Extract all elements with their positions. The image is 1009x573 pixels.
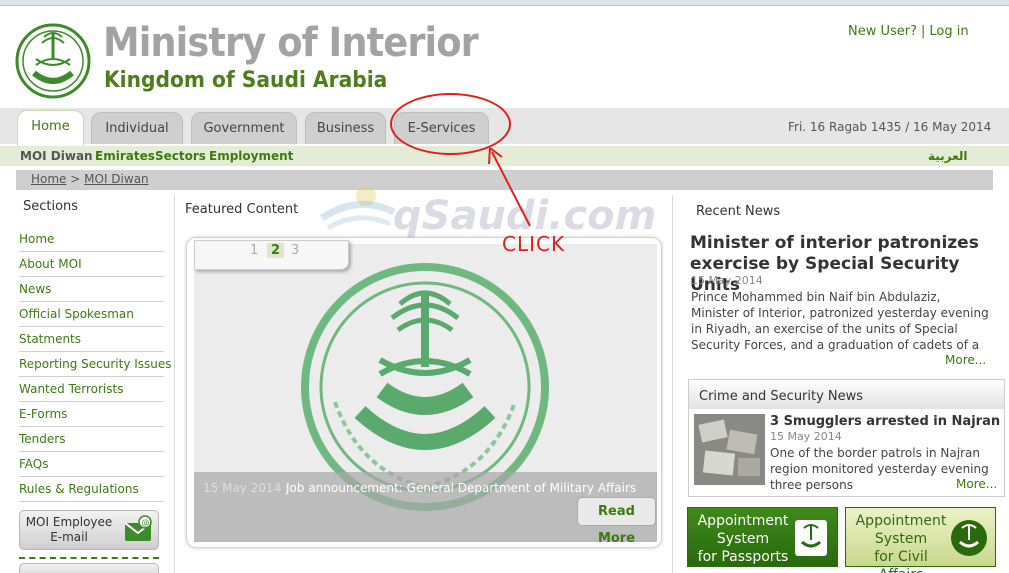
sidebar-item-e-forms[interactable]: E-Forms	[19, 402, 164, 427]
appointment-passports-line3: for Passports	[697, 549, 789, 565]
sections-heading: Sections	[23, 199, 79, 214]
tab-government[interactable]: Government	[191, 112, 297, 144]
sidebar-item-wanted-terrorists[interactable]: Wanted Terrorists	[19, 377, 164, 402]
crime-news-title[interactable]: 3 Smugglers arrested in Najran	[770, 414, 1000, 429]
email-icon: @	[124, 515, 152, 541]
civil-affairs-emblem-icon	[951, 520, 987, 556]
tab-home[interactable]: Home	[17, 110, 84, 146]
user-links: New User? | Log in	[848, 24, 969, 39]
appointment-passports-line1: Appointment	[697, 513, 789, 529]
breadcrumb-trail: Home > MOI Diwan	[31, 172, 149, 186]
pager-page-1[interactable]: 1	[250, 243, 258, 258]
annotation-click-label: CLICK	[502, 232, 566, 256]
sidebar-item-reporting-security-issues[interactable]: Reporting Security Issues	[19, 352, 172, 377]
tab-individual[interactable]: Individual	[91, 112, 183, 144]
sidebar-item-rules-regulations[interactable]: Rules & Regulations	[19, 477, 164, 502]
sidebar-item-news[interactable]: News	[19, 277, 164, 302]
appointment-passports-button[interactable]: Appointment System for Passports	[687, 507, 838, 567]
breadcrumb-separator: >	[70, 172, 81, 186]
crime-news-date: 15 May 2014	[770, 430, 842, 443]
site-subtitle: Kingdom of Saudi Arabia	[104, 68, 388, 93]
recent-news-date: 15 May 2014	[691, 274, 763, 287]
passports-emblem-icon	[795, 520, 827, 556]
appointment-civil-affairs-line1: Appointment	[855, 513, 947, 529]
sidebar-dashed-divider	[19, 557, 159, 559]
subnav-emirates[interactable]: Emirates	[95, 149, 155, 163]
recent-news-heading: Recent News	[696, 204, 781, 219]
breadcrumb-home-link[interactable]: Home	[31, 172, 66, 186]
appointment-civil-affairs-button[interactable]: Appointment System for Civil Affairs	[845, 507, 996, 573]
breadcrumb-current-link[interactable]: MOI Diwan	[84, 172, 149, 186]
appointment-passports-label: Appointment System for Passports	[692, 512, 794, 566]
appointment-civil-affairs-label: Appointment System for Civil Affairs	[850, 512, 952, 573]
sidebar-item-faqs[interactable]: FAQs	[19, 452, 164, 477]
sidebar-divider	[174, 195, 175, 573]
recent-news-more-link[interactable]: More...	[945, 353, 986, 367]
pager-page-2[interactable]: 2	[267, 243, 285, 258]
crime-news-heading: Crime and Security News	[699, 389, 864, 404]
site-title: Ministry of Interior	[103, 20, 479, 66]
appointment-civil-affairs-line3: for Civil Affairs	[874, 549, 928, 573]
recent-news-body: Prince Mohammed bin Naif bin Abdulaziz, …	[691, 290, 989, 352]
annotation-arrow-icon	[488, 147, 531, 227]
sidebar-item-tenders[interactable]: Tenders	[19, 427, 164, 452]
sidebar-item-about-moi[interactable]: About MOI	[19, 252, 164, 277]
subnav-sectors[interactable]: Sectors	[155, 149, 206, 163]
window-top-strip	[0, 0, 1009, 6]
appointment-passports-line2: System	[716, 531, 770, 547]
employee-email-label: MOI Employee E-mail	[25, 515, 113, 544]
sidebar-item-official-spokesman[interactable]: Official Spokesman	[19, 302, 164, 327]
arabic-language-link[interactable]: العربية	[928, 149, 968, 163]
user-links-separator: |	[921, 24, 926, 39]
crime-news-thumbnail[interactable]	[694, 414, 765, 485]
crime-news-more-link[interactable]: More...	[956, 477, 997, 491]
slide-caption-text[interactable]: Job announcement: General Department of …	[286, 481, 636, 495]
read-more-button[interactable]: Read More	[577, 497, 656, 546]
current-date: Fri. 16 Ragab 1435 / 16 May 2014	[788, 120, 992, 134]
tab-business[interactable]: Business	[305, 112, 386, 144]
moi-logo-icon[interactable]	[14, 23, 92, 99]
pager-page-3[interactable]: 3	[291, 243, 299, 258]
watermark-sun-icon	[320, 186, 396, 231]
new-user-link[interactable]: New User?	[848, 24, 917, 39]
slide-caption-date: 15 May 2014 :	[203, 481, 290, 495]
sidebar-item-statments[interactable]: Statments	[19, 327, 164, 352]
subnav-employment[interactable]: Employment	[209, 149, 293, 163]
login-link[interactable]: Log in	[929, 24, 968, 39]
sidebar-second-button[interactable]	[19, 563, 159, 573]
subnav-moi-diwan[interactable]: MOI Diwan	[20, 149, 93, 163]
featured-content-heading: Featured Content	[185, 202, 299, 217]
sidebar-item-home[interactable]: Home	[19, 227, 164, 252]
appointment-civil-affairs-line2: System	[874, 531, 928, 547]
right-column-divider	[672, 195, 673, 573]
svg-text:@: @	[142, 518, 150, 527]
